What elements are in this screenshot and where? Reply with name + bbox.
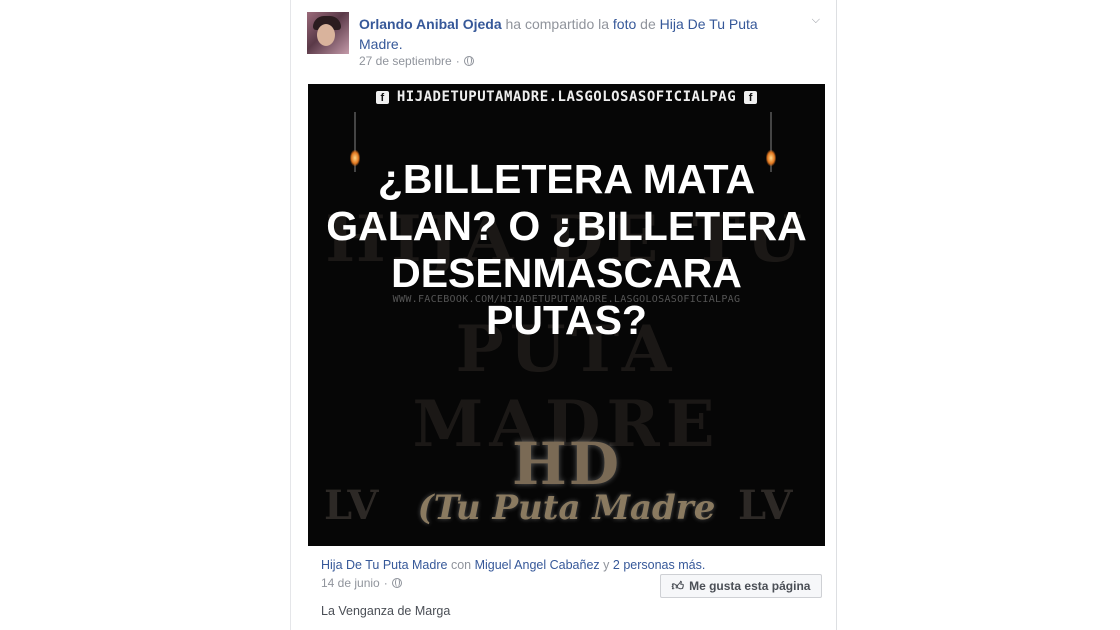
like-page-button[interactable]: 👍︎ Me gusta esta página [660, 574, 822, 598]
avatar[interactable] [307, 12, 349, 54]
shared-photo[interactable]: f HIJADETUPUTAMADRE.LASGOLOSASOFICIALPAG… [308, 84, 825, 546]
logo-script: (Tu Puta Madre [417, 488, 716, 528]
photo-link[interactable]: foto [613, 16, 636, 32]
thumbs-up-icon: 👍︎ [671, 578, 685, 593]
globe-icon[interactable] [463, 56, 474, 66]
shared-date[interactable]: 14 de junio [321, 576, 380, 590]
post-header: Orlando Anibal Ojeda ha compartido la fo… [359, 16, 758, 52]
photo-banner: f HIJADETUPUTAMADRE.LASGOLOSASOFICIALPAG… [308, 84, 825, 110]
post-meta: 27 de septiembre · [359, 54, 474, 68]
shared-meta: 14 de junio · [321, 576, 402, 590]
author-link[interactable]: Orlando Anibal Ojeda [359, 16, 502, 32]
post-card: Orlando Anibal Ojeda ha compartido la fo… [290, 0, 837, 630]
facebook-icon: f [375, 90, 389, 104]
photo-headline: ¿BILLETERA MATA GALAN? O ¿BILLETERA DESE… [326, 156, 807, 343]
others-link[interactable]: 2 personas más. [613, 558, 705, 572]
shared-attribution: Hija De Tu Puta Madre con Miguel Angel C… [321, 558, 706, 572]
globe-icon[interactable] [391, 578, 402, 588]
like-page-label: Me gusta esta página [689, 579, 811, 593]
shared-caption: La Venganza de Marga [321, 604, 451, 618]
shared-page-link[interactable]: Hija De Tu Puta Madre [321, 558, 447, 572]
post-date[interactable]: 27 de septiembre [359, 54, 452, 68]
chevron-down-icon[interactable]: ⌵ [812, 14, 820, 27]
banner-text: HIJADETUPUTAMADRE.LASGOLOSASOFICIALPAG [396, 89, 737, 105]
facebook-icon: f [744, 90, 758, 104]
action-text-2: de [640, 16, 656, 32]
action-text: ha compartido la [505, 16, 610, 32]
tagged-person-link[interactable]: Miguel Angel Cabañez [475, 558, 600, 572]
